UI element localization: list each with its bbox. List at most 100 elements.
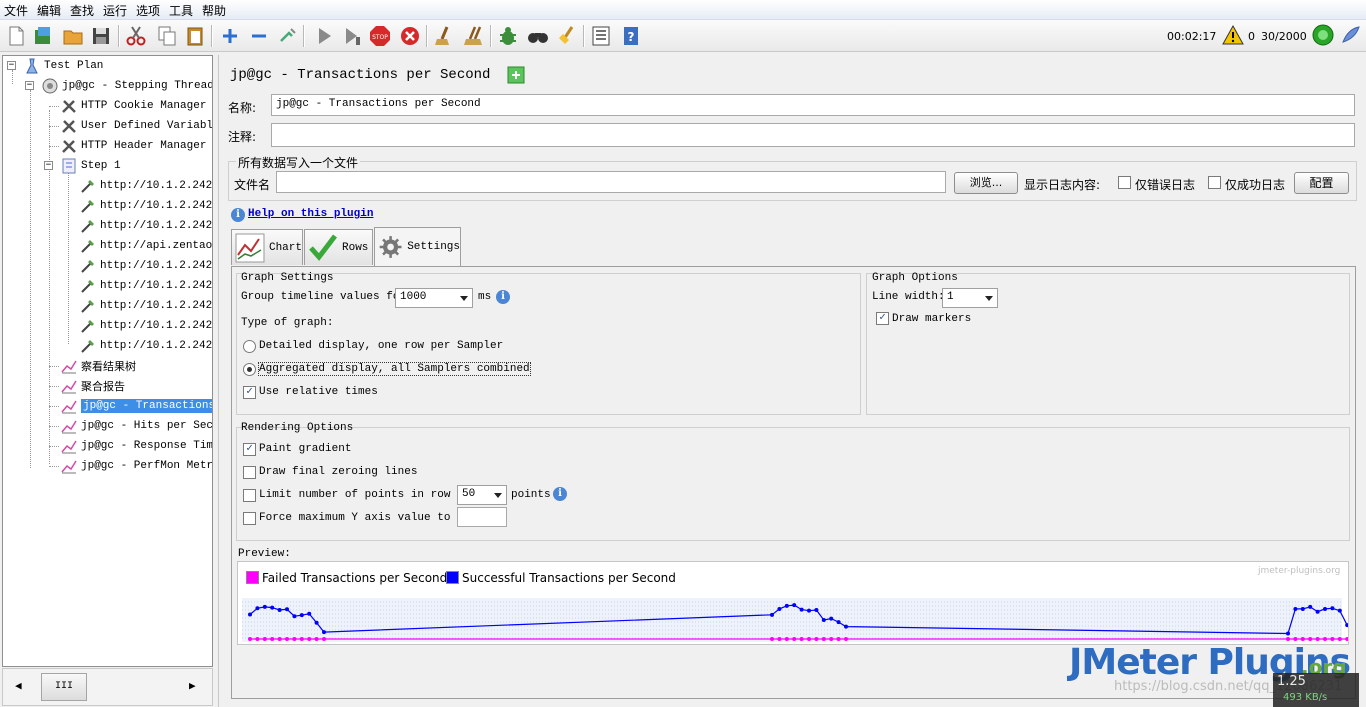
paste-icon[interactable] — [183, 24, 207, 48]
aggregated-radio[interactable] — [243, 363, 256, 376]
tree-toggle-thread-group[interactable]: − — [25, 81, 34, 90]
scroll-left-icon[interactable]: ◀ — [15, 679, 22, 693]
chart-icon — [235, 233, 265, 262]
data-point — [784, 637, 789, 641]
line-width-select[interactable]: 1 — [942, 288, 998, 308]
tree-node-header-manager[interactable]: HTTP Header Manager — [60, 136, 206, 156]
tree-node-sampler[interactable]: http://10.1.2.242/a — [79, 196, 212, 216]
tree-node-listener[interactable]: 察看结果树 — [60, 356, 136, 376]
filename-field[interactable] — [276, 171, 946, 193]
comment-field[interactable] — [271, 123, 1355, 147]
tree-node-sampler[interactable]: http://10.1.2.242/i — [79, 176, 212, 196]
data-point — [1345, 637, 1348, 641]
tree-node-listener-selected[interactable]: jp@gc - Transactions p — [60, 396, 212, 416]
tree-node-sampler[interactable]: http://10.1.2.242/a — [79, 276, 212, 296]
scroll-right-icon[interactable]: ▶ — [189, 679, 196, 693]
menu-tools[interactable]: 工具 — [169, 2, 193, 19]
tree-node-cookie-manager[interactable]: HTTP Cookie Manager — [60, 96, 206, 116]
rendering-options-title: Rendering Options — [241, 422, 354, 434]
menu-file[interactable]: 文件 — [4, 2, 28, 19]
start-icon[interactable] — [312, 24, 336, 48]
toolbar: STOP ? 00:02:17 0 30/2000 — [0, 20, 1366, 52]
tree-node-listener[interactable]: jp@gc - Hits per Secon — [60, 416, 212, 436]
menu-edit[interactable]: 编辑 — [37, 2, 61, 19]
tree-node-listener[interactable]: jp@gc - PerfMon Metric — [60, 456, 212, 476]
tree-node-sampler[interactable]: http://10.1.2.242/a — [79, 296, 212, 316]
tree-node-listener[interactable]: jp@gc - Response Times — [60, 436, 212, 456]
listener-graph-icon — [61, 380, 77, 394]
stop-icon[interactable]: STOP — [368, 24, 392, 48]
help-icon[interactable]: ? — [619, 24, 643, 48]
draw-markers-checkbox[interactable]: ✓ — [876, 312, 889, 325]
preview-label: Preview: — [238, 548, 291, 560]
tree-node-user-variables[interactable]: User Defined Variables — [60, 116, 212, 136]
maximize-icon[interactable] — [507, 66, 525, 84]
log-viewer-icon[interactable] — [589, 24, 613, 48]
menu-run[interactable]: 运行 — [103, 2, 127, 19]
expand-icon[interactable] — [218, 24, 242, 48]
tree-node-sampler[interactable]: http://10.1.2.242/a — [79, 216, 212, 236]
type-of-graph-label: Type of graph: — [241, 317, 334, 329]
browse-button[interactable]: 浏览... — [954, 172, 1018, 194]
scroll-thumb[interactable]: III — [41, 673, 87, 701]
tree-node-sampler[interactable]: http://api.zentao.n — [79, 236, 212, 256]
shutdown-icon[interactable] — [398, 24, 422, 48]
force-max-checkbox[interactable] — [243, 512, 256, 525]
help-link[interactable]: Help on this plugin — [248, 208, 373, 220]
tree-toggle-step1[interactable]: − — [44, 161, 53, 170]
clear-all-icon[interactable] — [462, 24, 486, 48]
save-icon[interactable] — [89, 24, 113, 48]
data-point — [844, 624, 848, 629]
tree-node-sampler[interactable]: http://10.1.2.242/a — [79, 336, 212, 356]
open-icon[interactable] — [61, 24, 85, 48]
tree-node-test-plan[interactable]: Test Plan — [23, 56, 103, 76]
tree-node-listener[interactable]: 聚合报告 — [60, 376, 125, 396]
search-icon[interactable] — [526, 24, 550, 48]
collapse-icon[interactable] — [247, 24, 271, 48]
start-no-pause-icon[interactable] — [340, 24, 364, 48]
name-field[interactable]: jp@gc - Transactions per Second — [271, 94, 1355, 116]
new-icon[interactable] — [4, 24, 28, 48]
clear-icon[interactable] — [432, 24, 456, 48]
force-max-field[interactable] — [457, 507, 507, 527]
tree-node-thread-group[interactable]: jp@gc - Stepping Thread G — [41, 76, 212, 96]
final-zeroing-checkbox[interactable] — [243, 466, 256, 479]
svg-text:STOP: STOP — [372, 34, 388, 41]
templates-icon[interactable] — [31, 24, 55, 48]
tree-horizontal-scrollbar[interactable]: ◀ III ▶ — [2, 668, 213, 706]
sampler-pipette-icon — [81, 340, 94, 353]
detailed-radio[interactable] — [243, 340, 256, 353]
svg-text:?: ? — [628, 30, 635, 44]
tree-node-step1[interactable]: Step 1 — [60, 156, 121, 176]
sampler-pipette-icon — [81, 240, 94, 253]
errors-only-checkbox[interactable] — [1118, 176, 1131, 189]
copy-icon[interactable] — [155, 24, 179, 48]
limit-points-select[interactable]: 50 — [457, 485, 507, 505]
tree-toggle-test-plan[interactable]: − — [7, 61, 16, 70]
data-point — [277, 637, 282, 641]
cut-icon[interactable] — [124, 24, 148, 48]
sampler-pipette-icon — [81, 280, 94, 293]
group-timeline-select[interactable]: 1000 — [395, 288, 473, 308]
paint-gradient-checkbox[interactable]: ✓ — [243, 443, 256, 456]
toggle-icon[interactable] — [276, 24, 300, 48]
final-zeroing-label: Draw final zeroing lines — [259, 466, 418, 478]
warning-icon[interactable] — [1221, 23, 1245, 47]
success-only-checkbox[interactable] — [1208, 176, 1221, 189]
tab-rows[interactable]: Rows — [304, 229, 373, 265]
test-plan-tree: − − − Test Plan jp@gc - Stepping Thread … — [2, 55, 213, 667]
tab-chart[interactable]: Chart — [231, 229, 303, 265]
function-helper-icon[interactable] — [496, 24, 520, 48]
tab-settings[interactable]: Settings — [374, 227, 461, 266]
sampler-pipette-icon — [81, 320, 94, 333]
tree-node-sampler[interactable]: http://10.1.2.242/a — [79, 316, 212, 336]
menu-search[interactable]: 查找 — [70, 2, 94, 19]
reset-search-icon[interactable] — [555, 24, 579, 48]
menu-options[interactable]: 选项 — [136, 2, 160, 19]
relative-times-checkbox[interactable]: ✓ — [243, 386, 256, 399]
tree-node-sampler[interactable]: http://10.1.2.242/a — [79, 256, 212, 276]
menu-help[interactable]: 帮助 — [202, 2, 226, 19]
configure-button[interactable]: 配置 — [1294, 172, 1349, 194]
limit-points-checkbox[interactable] — [243, 489, 256, 502]
settings-gear-icon — [379, 236, 402, 258]
